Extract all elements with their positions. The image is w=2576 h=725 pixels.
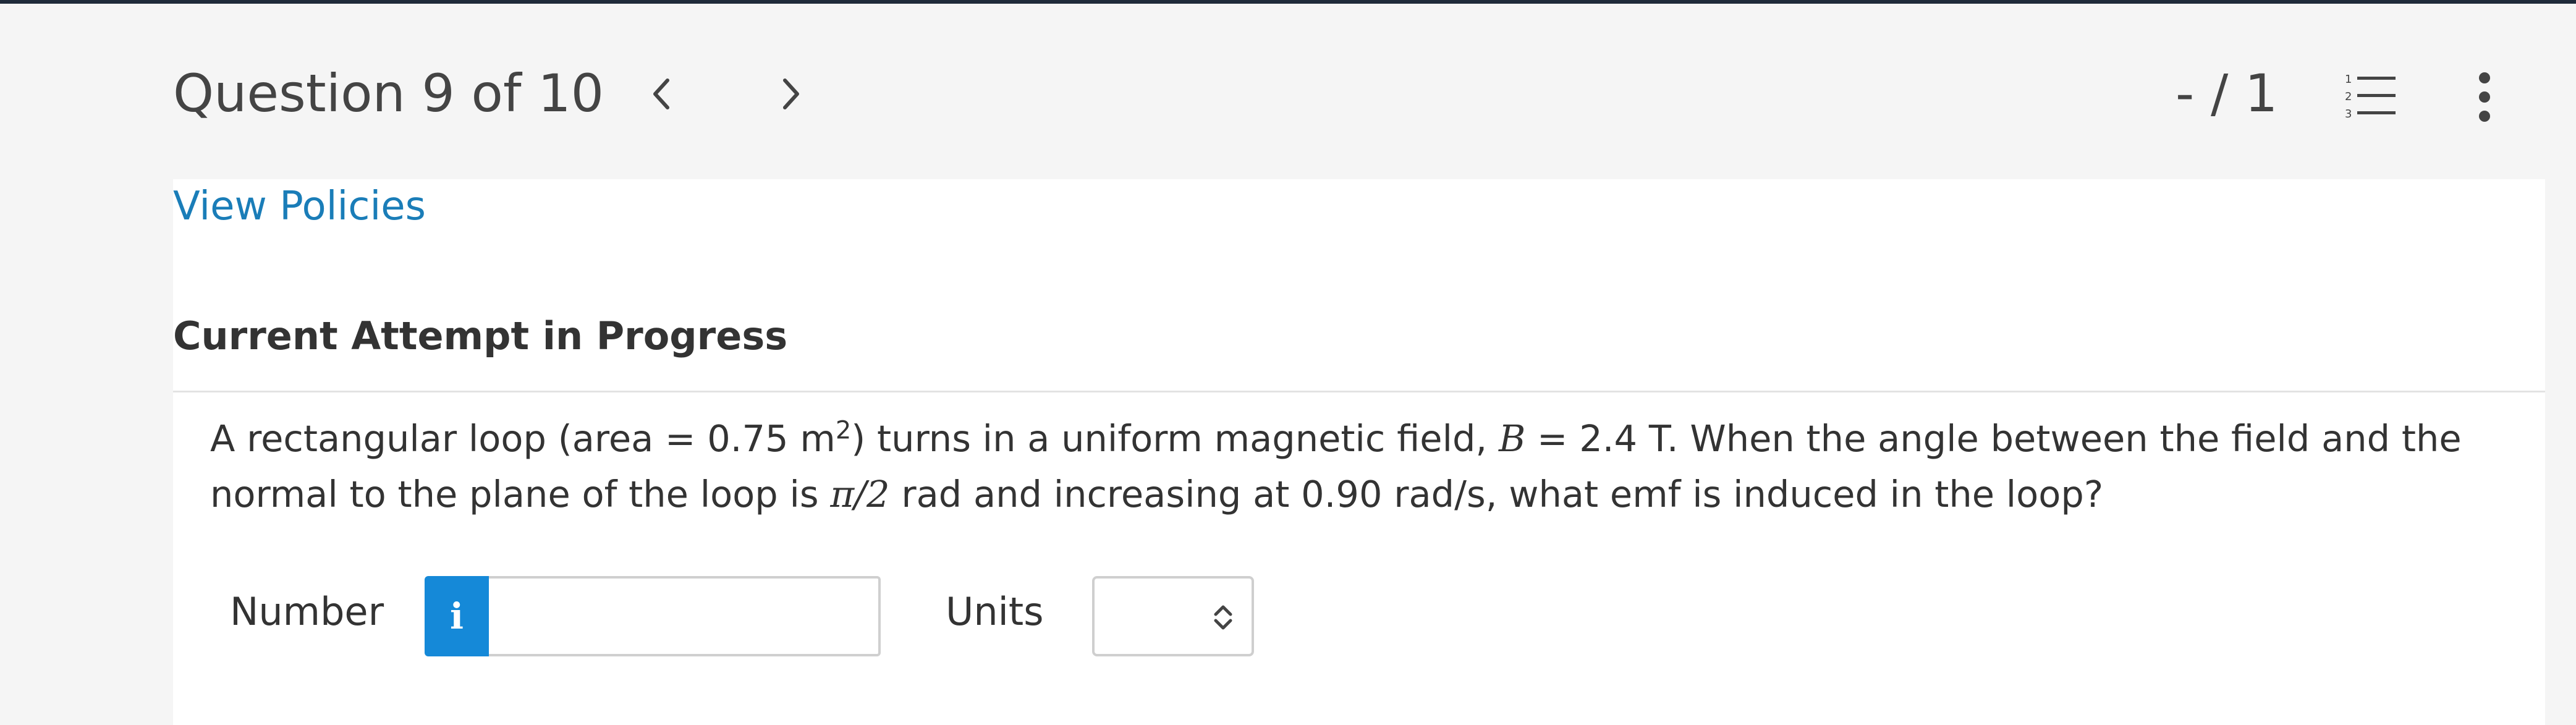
question-text-part-2: ) turns in a uniform magnetic field, (851, 417, 1499, 460)
info-icon: i (449, 595, 464, 637)
question-header: Question 9 of 10 - / 1 1 2 3 (0, 4, 2576, 179)
question-counter: Question 9 of 10 (173, 63, 604, 124)
next-question-button[interactable] (766, 69, 816, 119)
question-list-button[interactable]: 1 2 3 (2342, 70, 2398, 122)
list-step-1: 1 (2345, 73, 2352, 86)
number-label: Number (230, 589, 384, 634)
field-variable: B (1498, 417, 1526, 460)
number-input[interactable] (489, 576, 881, 656)
previous-question-button[interactable] (637, 69, 686, 119)
question-text: A rectangular loop (area = 0.75 m2) turn… (210, 411, 2540, 522)
view-policies-link[interactable]: View Policies (173, 179, 426, 234)
area-exponent: 2 (835, 416, 852, 445)
vertical-dots-icon (2479, 72, 2490, 122)
select-arrows-icon (1214, 605, 1232, 630)
question-text-part-1: A rectangular loop (area = 0.75 m (210, 417, 836, 460)
divider (173, 391, 2545, 392)
chevron-right-icon (783, 78, 799, 109)
numbered-list-icon: 1 2 3 (2345, 73, 2396, 121)
info-button[interactable]: i (425, 576, 489, 656)
more-options-button[interactable] (2466, 69, 2503, 125)
chevron-left-icon (653, 78, 669, 109)
angle-value: π/2 (830, 473, 890, 515)
score-display: - / 1 (2176, 63, 2278, 124)
list-step-3: 3 (2345, 108, 2352, 121)
units-label: Units (946, 589, 1044, 634)
question-text-part-4: rad and increasing at 0.90 rad/s, what e… (889, 473, 2104, 515)
list-step-2: 2 (2345, 90, 2352, 103)
units-select[interactable] (1092, 576, 1254, 656)
question-panel: View Policies Current Attempt in Progres… (173, 179, 2545, 725)
attempt-heading: Current Attempt in Progress (173, 313, 788, 358)
